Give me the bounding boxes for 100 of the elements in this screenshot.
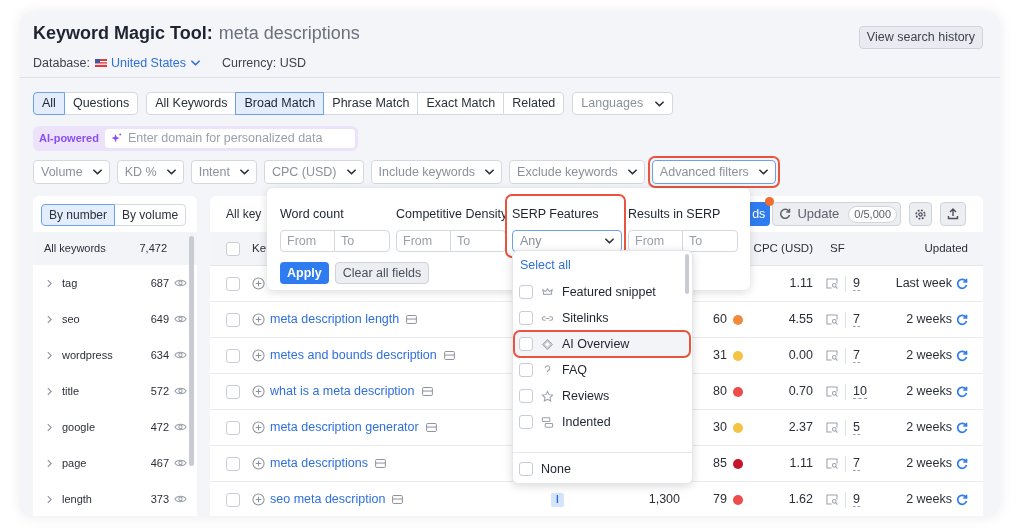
serp-feature-count[interactable]: 9 xyxy=(853,492,860,507)
checkbox[interactable] xyxy=(519,389,533,403)
menu-option[interactable]: Reviews xyxy=(514,383,691,409)
serp-icon[interactable] xyxy=(826,278,838,289)
view-history-button[interactable]: View search history xyxy=(858,26,983,49)
add-icon[interactable] xyxy=(252,385,265,398)
eye-icon[interactable] xyxy=(174,314,187,324)
keyword-link[interactable]: meta description generator xyxy=(270,418,419,437)
to-field[interactable]: To xyxy=(450,230,506,252)
serp-icon[interactable] xyxy=(826,314,838,325)
checkbox[interactable] xyxy=(519,415,533,429)
menu-option[interactable]: Featured snippet xyxy=(514,279,691,305)
checkbox[interactable] xyxy=(519,462,533,476)
serp-feature-count[interactable]: 7 xyxy=(853,456,860,471)
serp-icon[interactable] xyxy=(826,350,838,361)
to-field[interactable]: To xyxy=(682,230,738,252)
checkbox[interactable] xyxy=(226,241,240,256)
keyword-link[interactable]: meta description length xyxy=(270,310,400,329)
refresh-icon[interactable] xyxy=(956,385,968,398)
from-field[interactable]: From xyxy=(628,230,683,252)
tab[interactable]: Exact Match xyxy=(417,92,505,115)
serp-feature-count[interactable]: 5 xyxy=(853,420,860,435)
serp-icon[interactable] xyxy=(826,458,838,469)
add-icon[interactable] xyxy=(252,493,265,506)
serp-icon[interactable] xyxy=(826,386,838,397)
scrollbar[interactable] xyxy=(685,254,689,294)
select-all-link[interactable]: Select all xyxy=(520,255,571,275)
toggle-button[interactable]: By number xyxy=(41,204,116,226)
keyword-link[interactable]: seo meta description xyxy=(270,490,386,509)
serp-icon[interactable] xyxy=(826,422,838,433)
menu-option[interactable]: AI Overview xyxy=(514,331,691,357)
domain-input[interactable]: Enter domain for personalized data xyxy=(104,129,355,148)
serp-snapshot-icon[interactable] xyxy=(406,315,418,324)
refresh-icon[interactable] xyxy=(956,313,968,326)
serp-feature-count[interactable]: 7 xyxy=(853,348,860,363)
group-label[interactable]: title xyxy=(62,382,151,400)
menu-option[interactable]: Indented xyxy=(514,409,691,435)
group-label[interactable]: tag xyxy=(62,274,151,292)
group-label[interactable]: length xyxy=(62,490,151,508)
checkbox[interactable] xyxy=(226,348,240,363)
add-icon[interactable] xyxy=(252,349,265,362)
checkbox[interactable] xyxy=(226,492,240,507)
checkbox[interactable] xyxy=(519,285,533,299)
group-label[interactable]: google xyxy=(62,418,151,436)
from-field[interactable]: From xyxy=(396,230,451,252)
group-label[interactable]: page xyxy=(62,454,151,472)
scrollbar[interactable] xyxy=(189,236,194,466)
serp-feature-count[interactable]: 10 xyxy=(853,384,867,399)
add-icon[interactable] xyxy=(252,313,265,326)
clear-fields-button[interactable]: Clear all fields xyxy=(334,262,430,284)
column-header[interactable]: Updated xyxy=(924,239,968,258)
database-dropdown[interactable]: United States xyxy=(111,54,201,73)
eye-icon[interactable] xyxy=(174,458,187,468)
tab[interactable]: All xyxy=(33,92,65,115)
group-label[interactable]: wordpress xyxy=(62,346,151,364)
eye-icon[interactable] xyxy=(174,422,187,432)
menu-option[interactable]: FAQ xyxy=(514,357,691,383)
eye-icon[interactable] xyxy=(174,350,187,360)
serp-icon[interactable] xyxy=(826,494,838,505)
serp-snapshot-icon[interactable] xyxy=(421,387,433,396)
tab[interactable]: Phrase Match xyxy=(323,92,419,115)
eye-icon[interactable] xyxy=(174,386,187,396)
refresh-icon[interactable] xyxy=(956,349,968,362)
menu-option[interactable]: None xyxy=(513,453,692,485)
to-field[interactable]: To xyxy=(334,230,390,252)
add-icon[interactable] xyxy=(252,277,265,290)
serp-snapshot-icon[interactable] xyxy=(425,423,437,432)
checkbox[interactable] xyxy=(226,276,240,291)
from-field[interactable]: From xyxy=(280,230,335,252)
add-icon[interactable] xyxy=(252,421,265,434)
update-button[interactable]: Update 0/5,000 xyxy=(772,202,901,226)
refresh-icon[interactable] xyxy=(956,421,968,434)
toggle-button[interactable]: By volume xyxy=(114,204,187,226)
checkbox[interactable] xyxy=(226,456,240,471)
checkbox[interactable] xyxy=(519,363,533,377)
checkbox[interactable] xyxy=(226,384,240,399)
export-button[interactable] xyxy=(940,202,966,226)
sidebar-item[interactable]: All keywords 7,472 xyxy=(33,232,197,265)
checkbox[interactable] xyxy=(226,312,240,327)
add-icon[interactable] xyxy=(252,457,265,470)
keyword-link[interactable]: metes and bounds description xyxy=(270,346,437,365)
column-header[interactable]: Ke xyxy=(252,239,267,258)
apply-button[interactable]: Apply xyxy=(280,262,329,284)
menu-option[interactable]: Sitelinks xyxy=(514,305,691,331)
tab[interactable]: Broad Match xyxy=(235,92,325,115)
eye-icon[interactable] xyxy=(174,278,187,288)
tab[interactable]: All Keywords xyxy=(146,92,237,115)
column-header[interactable]: SF xyxy=(830,239,845,258)
checkbox[interactable] xyxy=(226,420,240,435)
serp-feature-count[interactable]: 9 xyxy=(853,276,860,291)
refresh-icon[interactable] xyxy=(956,493,968,506)
column-header[interactable]: CPC (USD) xyxy=(753,239,813,258)
group-label[interactable]: seo xyxy=(62,310,151,328)
serp-snapshot-icon[interactable] xyxy=(392,495,404,504)
eye-icon[interactable] xyxy=(174,494,187,504)
keyword-link[interactable]: meta descriptions xyxy=(270,454,368,473)
checkbox[interactable] xyxy=(519,337,533,351)
serp-snapshot-icon[interactable] xyxy=(374,459,386,468)
keyword-link[interactable]: what is a meta description xyxy=(270,382,415,401)
refresh-icon[interactable] xyxy=(956,457,968,470)
